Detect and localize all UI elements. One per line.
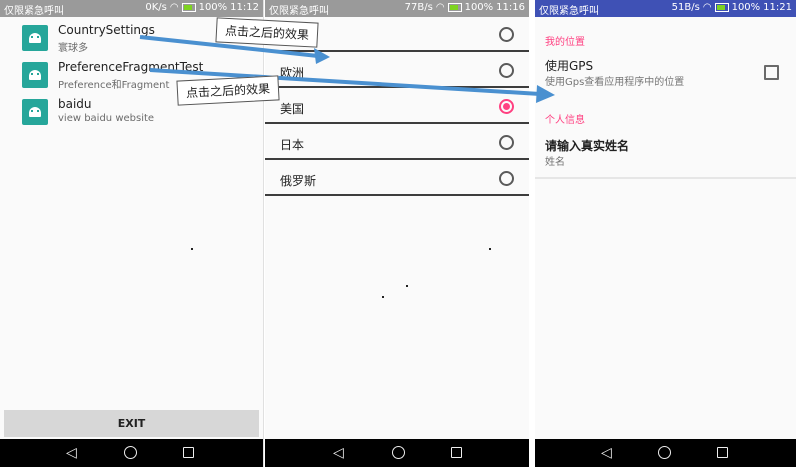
country-label: 日本 <box>280 138 305 152</box>
android-icon <box>22 25 48 51</box>
wifi-icon: ◠ <box>435 2 445 13</box>
preference-fragment-screen: 仅限紧急呼叫 51B/s ◠ 100% 11:21 我的位置 使用GPS 使用G… <box>535 0 796 467</box>
country-option[interactable]: 俄罗斯 <box>265 161 529 196</box>
home-icon[interactable] <box>392 446 405 459</box>
divider <box>265 194 529 196</box>
country-option[interactable]: 美国 <box>265 89 529 124</box>
carrier-text: 仅限紧急呼叫 <box>269 6 329 17</box>
wifi-icon: ◠ <box>169 2 179 13</box>
radio-button[interactable] <box>499 27 514 42</box>
navigation-bar: ◁ <box>535 439 796 467</box>
radio-button[interactable] <box>499 171 514 186</box>
battery-icon <box>447 3 462 12</box>
preference-title: 请输入真实姓名 <box>545 139 630 153</box>
clock: 11:21 <box>763 2 792 13</box>
item-subtitle: 寰球多 <box>58 43 88 54</box>
country-option[interactable]: 欧洲 <box>265 53 529 88</box>
preference-title: 使用GPS <box>545 59 594 73</box>
item-subtitle: Preference和Fragment <box>58 80 170 91</box>
country-option[interactable]: 日本 <box>265 125 529 160</box>
clock: 11:16 <box>496 2 525 13</box>
radio-button-selected[interactable] <box>499 99 514 114</box>
country-label: 俄罗斯 <box>280 174 317 188</box>
recents-icon[interactable] <box>451 447 462 458</box>
status-bar: 仅限紧急呼叫 0K/s ◠ 100% 11:12 <box>0 0 263 17</box>
item-title: PreferenceFragmentTest <box>58 60 204 74</box>
android-icon <box>22 62 48 88</box>
network-speed: 0K/s <box>145 2 167 13</box>
item-title: CountrySettings <box>58 23 155 37</box>
battery-percent: 100% <box>464 2 494 13</box>
network-speed: 77B/s <box>404 2 433 13</box>
country-label: 美国 <box>280 102 305 116</box>
category-header: 个人信息 <box>545 115 585 126</box>
divider <box>265 50 529 52</box>
wifi-icon: ◠ <box>702 2 712 13</box>
preference-summary: 姓名 <box>545 157 565 168</box>
network-speed: 51B/s <box>671 2 700 13</box>
gps-preference[interactable]: 使用GPS 使用Gps查看应用程序中的位置 <box>535 52 796 92</box>
navigation-bar: ◁ <box>0 439 263 467</box>
status-bar: 仅限紧急呼叫 51B/s ◠ 100% 11:21 <box>535 0 796 17</box>
divider <box>265 122 529 124</box>
status-bar: 仅限紧急呼叫 77B/s ◠ 100% 11:16 <box>265 0 529 17</box>
recents-icon[interactable] <box>183 447 194 458</box>
callout-label: 点击之后的效果 <box>215 17 319 48</box>
divider <box>265 86 529 88</box>
divider <box>535 177 796 179</box>
battery-percent: 100% <box>198 2 228 13</box>
item-title: baidu <box>58 97 92 111</box>
home-icon[interactable] <box>658 446 671 459</box>
back-icon[interactable]: ◁ <box>66 445 77 461</box>
back-icon[interactable]: ◁ <box>333 445 344 461</box>
back-icon[interactable]: ◁ <box>601 445 612 461</box>
navigation-bar: ◁ <box>265 439 529 467</box>
item-subtitle: view baidu website <box>58 113 155 124</box>
callout-label: 点击之后的效果 <box>176 75 280 106</box>
carrier-text: 仅限紧急呼叫 <box>539 6 599 17</box>
recents-icon[interactable] <box>717 447 728 458</box>
battery-icon <box>181 3 196 12</box>
country-settings-screen: 仅限紧急呼叫 77B/s ◠ 100% 11:16 欧洲 美国 日本 俄罗斯 ◁ <box>265 0 529 467</box>
gps-checkbox[interactable] <box>764 65 779 80</box>
category-header: 我的位置 <box>545 37 585 48</box>
battery-percent: 100% <box>731 2 761 13</box>
country-label: 欧洲 <box>280 66 305 80</box>
stray-dot <box>489 248 491 250</box>
exit-button[interactable]: EXIT <box>4 410 259 437</box>
stray-dot <box>406 285 408 287</box>
radio-button[interactable] <box>499 63 514 78</box>
name-preference[interactable]: 请输入真实姓名 姓名 <box>535 132 796 172</box>
android-icon <box>22 99 48 125</box>
stray-dot <box>382 296 384 298</box>
divider <box>265 158 529 160</box>
main-activity-screen: 仅限紧急呼叫 0K/s ◠ 100% 11:12 CountrySettings… <box>0 0 264 467</box>
carrier-text: 仅限紧急呼叫 <box>4 6 64 17</box>
radio-button[interactable] <box>499 135 514 150</box>
stray-dot <box>191 248 193 250</box>
clock: 11:12 <box>230 2 259 13</box>
preference-summary: 使用Gps查看应用程序中的位置 <box>545 77 685 88</box>
battery-icon <box>714 3 729 12</box>
home-icon[interactable] <box>124 446 137 459</box>
